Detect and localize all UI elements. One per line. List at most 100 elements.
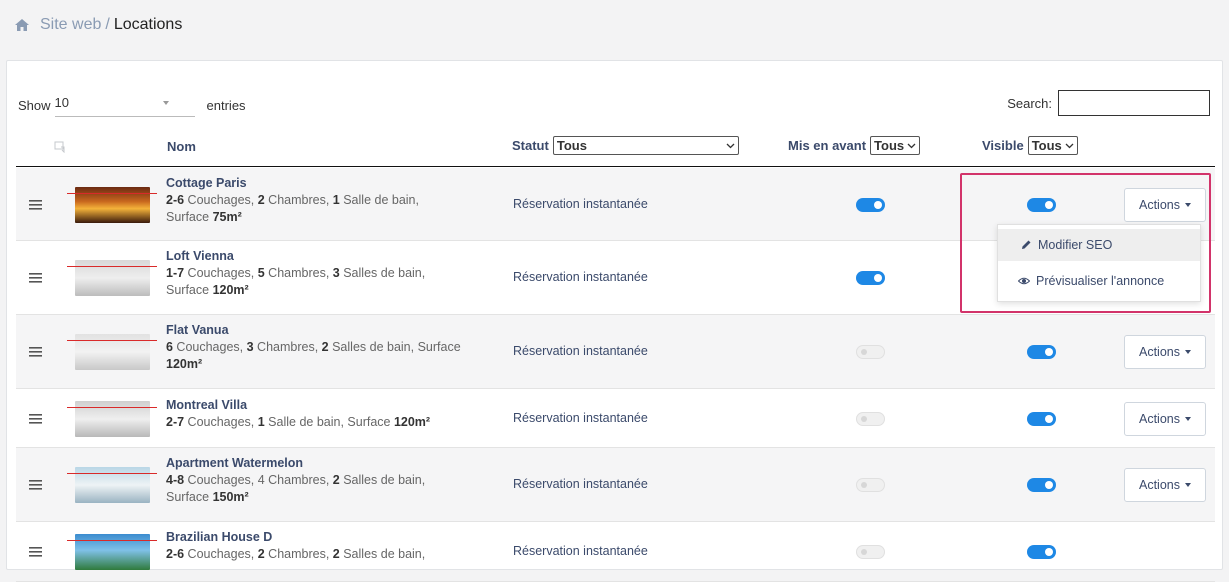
listing-status: Réservation instantanée xyxy=(513,544,648,558)
menu-item-modifier-seo[interactable]: Modifier SEO xyxy=(998,229,1200,261)
caret-down-icon xyxy=(1185,203,1191,207)
listing-details: Cottage Paris 2-6 Couchages, 2 Chambres,… xyxy=(166,175,506,226)
listing-thumbnail xyxy=(67,401,157,437)
listing-details: Apartment Watermelon 4-8 Couchages, 4 Ch… xyxy=(166,455,506,506)
featured-toggle[interactable] xyxy=(856,345,885,359)
listing-status: Réservation instantanée xyxy=(513,477,648,491)
thumbnail-overlay-line xyxy=(67,540,157,541)
chevron-down-icon xyxy=(726,143,735,148)
visible-toggle[interactable] xyxy=(1027,478,1056,492)
breadcrumb-link-site-web[interactable]: Site web xyxy=(40,16,101,34)
sort-icon[interactable] xyxy=(54,141,66,153)
drag-handle-icon[interactable] xyxy=(29,273,42,283)
visible-label: Visible xyxy=(982,138,1024,153)
featured-label: Mis en avant xyxy=(788,138,867,153)
listing-title[interactable]: Flat Vanua xyxy=(166,322,506,339)
listing-thumbnail xyxy=(67,534,157,570)
listing-status: Réservation instantanée xyxy=(513,197,648,211)
listing-title[interactable]: Loft Vienna xyxy=(166,248,506,265)
status-label: Statut xyxy=(512,138,549,153)
listing-details: Brazilian House D 2-6 Couchages, 2 Chamb… xyxy=(166,529,506,563)
table-row: Brazilian House D 2-6 Couchages, 2 Chamb… xyxy=(16,522,1215,582)
featured-filter-select[interactable]: Tous xyxy=(870,136,921,155)
chevron-down-icon xyxy=(907,143,916,148)
actions-button[interactable]: Actions xyxy=(1124,188,1206,222)
thumbnail-overlay-line xyxy=(67,407,157,408)
column-header-name[interactable]: Nom xyxy=(167,139,196,154)
column-header-visible: Visible Tous xyxy=(982,136,1078,155)
caret-down-icon xyxy=(1185,417,1191,421)
listing-thumbnail xyxy=(67,260,157,296)
listing-specs: 2-6 Couchages, 2 Chambres, 1 Salle de ba… xyxy=(166,193,419,207)
listing-thumbnail xyxy=(67,467,157,503)
listing-title[interactable]: Cottage Paris xyxy=(166,175,506,192)
drag-handle-icon[interactable] xyxy=(29,200,42,210)
listing-surface: Surface 150m² xyxy=(166,490,249,504)
column-header-status: Statut Tous xyxy=(512,136,739,155)
table-row: Apartment Watermelon 4-8 Couchages, 4 Ch… xyxy=(16,448,1215,522)
home-icon[interactable] xyxy=(14,18,30,32)
featured-toggle[interactable] xyxy=(856,271,885,285)
search-input[interactable] xyxy=(1058,90,1210,116)
listing-status: Réservation instantanée xyxy=(513,344,648,358)
search-control: Search: xyxy=(1007,90,1210,116)
drag-handle-icon[interactable] xyxy=(29,547,42,557)
actions-button[interactable]: Actions xyxy=(1124,468,1206,502)
show-label: Show xyxy=(18,97,51,113)
listing-specs: 1-7 Couchages, 5 Chambres, 3 Salles de b… xyxy=(166,266,426,280)
visible-toggle[interactable] xyxy=(1027,412,1056,426)
visible-toggle[interactable] xyxy=(1027,198,1056,212)
column-header-featured: Mis en avant Tous xyxy=(788,136,921,155)
length-control: Show 10 entries xyxy=(18,93,246,117)
listing-specs: 6 Couchages, 3 Chambres, 2 Salles de bai… xyxy=(166,340,461,354)
drag-handle-icon[interactable] xyxy=(29,480,42,490)
breadcrumb: Site web / Locations xyxy=(14,14,182,36)
visible-filter-select[interactable]: Tous xyxy=(1027,136,1078,155)
actions-button[interactable]: Actions xyxy=(1124,402,1206,436)
caret-down-icon xyxy=(1185,350,1191,354)
thumbnail-overlay-line xyxy=(67,193,157,194)
actions-button[interactable]: Actions xyxy=(1124,335,1206,369)
locations-panel: Show 10 entries Search: Nom Statut Tous … xyxy=(6,60,1223,582)
length-value: 10 xyxy=(54,95,69,110)
breadcrumb-separator: / xyxy=(105,16,110,33)
featured-toggle[interactable] xyxy=(856,478,885,492)
listing-specs: 2-6 Couchages, 2 Chambres, 2 Salles de b… xyxy=(166,547,426,561)
table-row: Montreal Villa 2-7 Couchages, 1 Salle de… xyxy=(16,389,1215,448)
chevron-down-icon xyxy=(1065,143,1074,148)
listing-status: Réservation instantanée xyxy=(513,411,648,425)
listing-title[interactable]: Montreal Villa xyxy=(166,397,506,414)
pencil-icon xyxy=(1022,240,1031,249)
table-row: Flat Vanua 6 Couchages, 3 Chambres, 2 Sa… xyxy=(16,315,1215,389)
listing-surface: Surface 75m² xyxy=(166,210,242,224)
table-header: Nom Statut Tous Mis en avant Tous Visibl… xyxy=(16,129,1215,167)
listing-thumbnail xyxy=(67,187,157,223)
listing-details: Loft Vienna 1-7 Couchages, 5 Chambres, 3… xyxy=(166,248,506,299)
drag-handle-icon[interactable] xyxy=(29,347,42,357)
thumbnail-overlay-line xyxy=(67,473,157,474)
entries-length-select[interactable]: 10 xyxy=(54,93,195,117)
listing-title[interactable]: Brazilian House D xyxy=(166,529,506,546)
listing-status: Réservation instantanée xyxy=(513,270,648,284)
listing-surface: 120m² xyxy=(166,357,203,371)
listing-specs: 2-7 Couchages, 1 Salle de bain, Surface … xyxy=(166,415,431,429)
visible-toggle[interactable] xyxy=(1027,345,1056,359)
featured-toggle[interactable] xyxy=(856,412,885,426)
drag-handle-icon[interactable] xyxy=(29,414,42,424)
thumbnail-overlay-line xyxy=(67,340,157,341)
listing-thumbnail xyxy=(67,334,157,370)
actions-dropdown-menu: Modifier SEO Prévisualiser l'annonce xyxy=(997,224,1201,302)
featured-toggle[interactable] xyxy=(856,198,885,212)
menu-item-previsualiser[interactable]: Prévisualiser l'annonce xyxy=(998,265,1200,297)
listing-specs: 4-8 Couchages, 4 Chambres, 2 Salles de b… xyxy=(166,473,426,487)
eye-icon xyxy=(1018,277,1030,285)
listing-details: Montreal Villa 2-7 Couchages, 1 Salle de… xyxy=(166,397,506,431)
thumbnail-overlay-line xyxy=(67,266,157,267)
breadcrumb-current: Locations xyxy=(113,16,183,33)
search-label: Search: xyxy=(1007,95,1052,111)
status-filter-select[interactable]: Tous xyxy=(552,136,739,155)
listing-title[interactable]: Apartment Watermelon xyxy=(166,455,506,472)
caret-down-icon xyxy=(1185,483,1191,487)
listing-surface: Surface 120m² xyxy=(166,283,249,297)
listing-details: Flat Vanua 6 Couchages, 3 Chambres, 2 Sa… xyxy=(166,322,506,373)
